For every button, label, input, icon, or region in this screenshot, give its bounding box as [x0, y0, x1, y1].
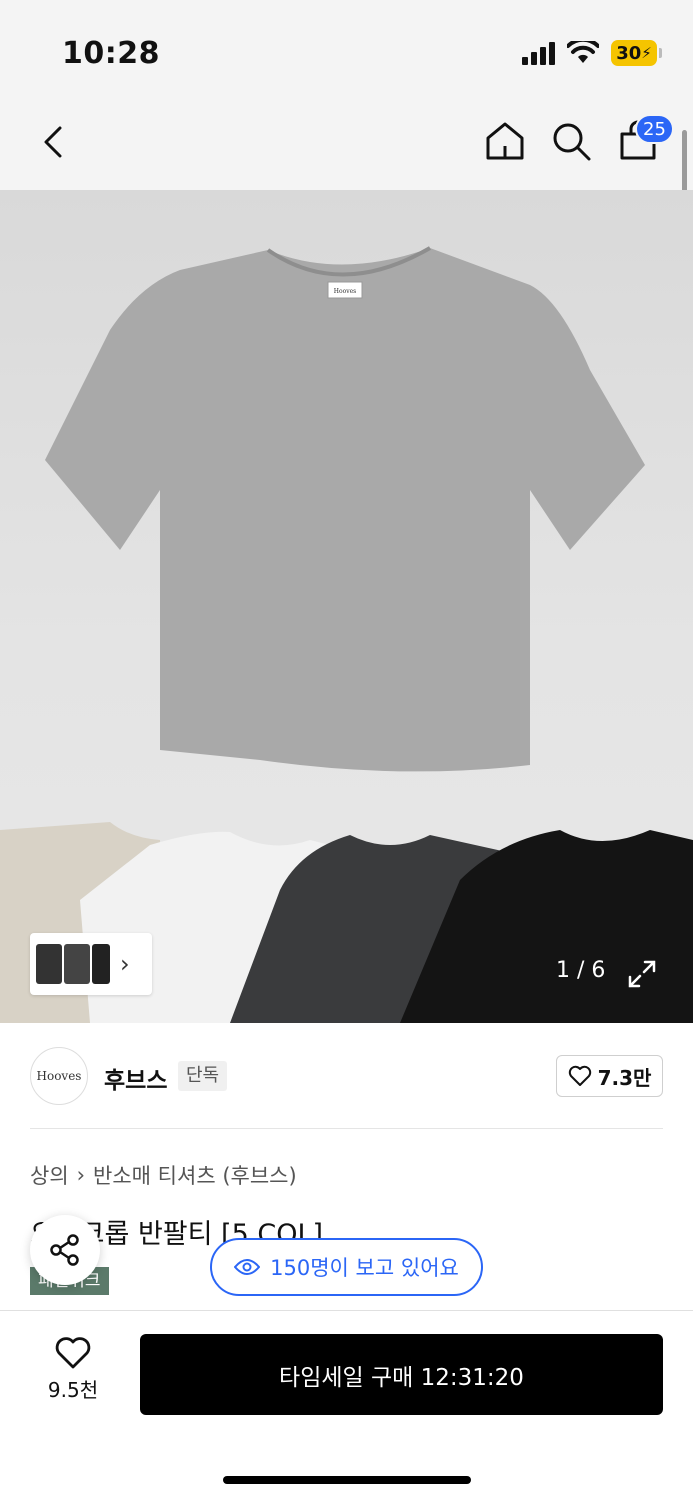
home-icon[interactable]: [484, 120, 526, 162]
home-indicator: [223, 1476, 471, 1484]
signal-icon: [522, 41, 555, 65]
brand-like-button[interactable]: 7.3만: [556, 1055, 663, 1097]
battery-level: 30: [616, 42, 642, 64]
viewers-label: 150명이 보고 있어요: [270, 1256, 459, 1280]
product-image: Hooves: [0, 246, 693, 1023]
brand-like-count: 7.3만: [597, 1065, 652, 1090]
thumbnail-shirt: [64, 944, 90, 984]
wishlist-button[interactable]: 9.5천: [30, 1336, 116, 1416]
breadcrumb-item[interactable]: 반소매 티셔츠 (후브스): [93, 1160, 297, 1190]
thumbnail-shirt: [36, 944, 62, 984]
brand-name[interactable]: 후브스: [104, 1061, 167, 1095]
status-bar: 10:28 30 ⚡: [0, 0, 693, 100]
brand-row: Hooves 후브스 단독 7.3만: [30, 1045, 663, 1107]
bottom-divider: [0, 1310, 693, 1311]
nav-bar: 25: [0, 100, 693, 190]
heart-icon: [568, 1065, 591, 1086]
back-icon[interactable]: [36, 122, 76, 162]
brand-logo[interactable]: Hooves: [30, 1047, 88, 1105]
eye-icon: [234, 1259, 261, 1275]
svg-text:Hooves: Hooves: [334, 288, 356, 295]
buy-button[interactable]: 타임세일 구매 12:31:20: [140, 1334, 663, 1415]
cart-count-badge: 25: [635, 114, 674, 144]
heart-icon: [55, 1337, 91, 1369]
image-page-counter: 1 / 6: [556, 958, 606, 983]
chevron-right-icon: ›: [120, 950, 130, 978]
status-icons: 30 ⚡: [522, 40, 662, 66]
expand-icon[interactable]: [626, 958, 658, 990]
color-thumbnail-strip[interactable]: ›: [30, 933, 152, 995]
breadcrumb-item[interactable]: 상의: [30, 1160, 69, 1190]
divider: [30, 1128, 663, 1129]
breadcrumb: 상의 › 반소매 티셔츠 (후브스): [30, 1160, 297, 1190]
search-icon[interactable]: [550, 120, 592, 162]
share-icon: [50, 1234, 79, 1266]
chevron-right-icon: ›: [76, 1163, 86, 1187]
wifi-icon: [567, 41, 599, 63]
product-image-gallery[interactable]: Hooves › 1 / 6: [0, 190, 693, 1023]
share-button[interactable]: [30, 1215, 100, 1285]
grey-shirt-image: [45, 248, 645, 772]
thumbnail-shirt: [92, 944, 110, 984]
exclusive-badge: 단독: [178, 1061, 228, 1091]
viewers-pill[interactable]: 150명이 보고 있어요: [210, 1238, 483, 1296]
battery-icon: 30 ⚡: [611, 40, 662, 66]
status-time: 10:28: [62, 36, 160, 71]
wishlist-count: 9.5천: [47, 1378, 99, 1402]
